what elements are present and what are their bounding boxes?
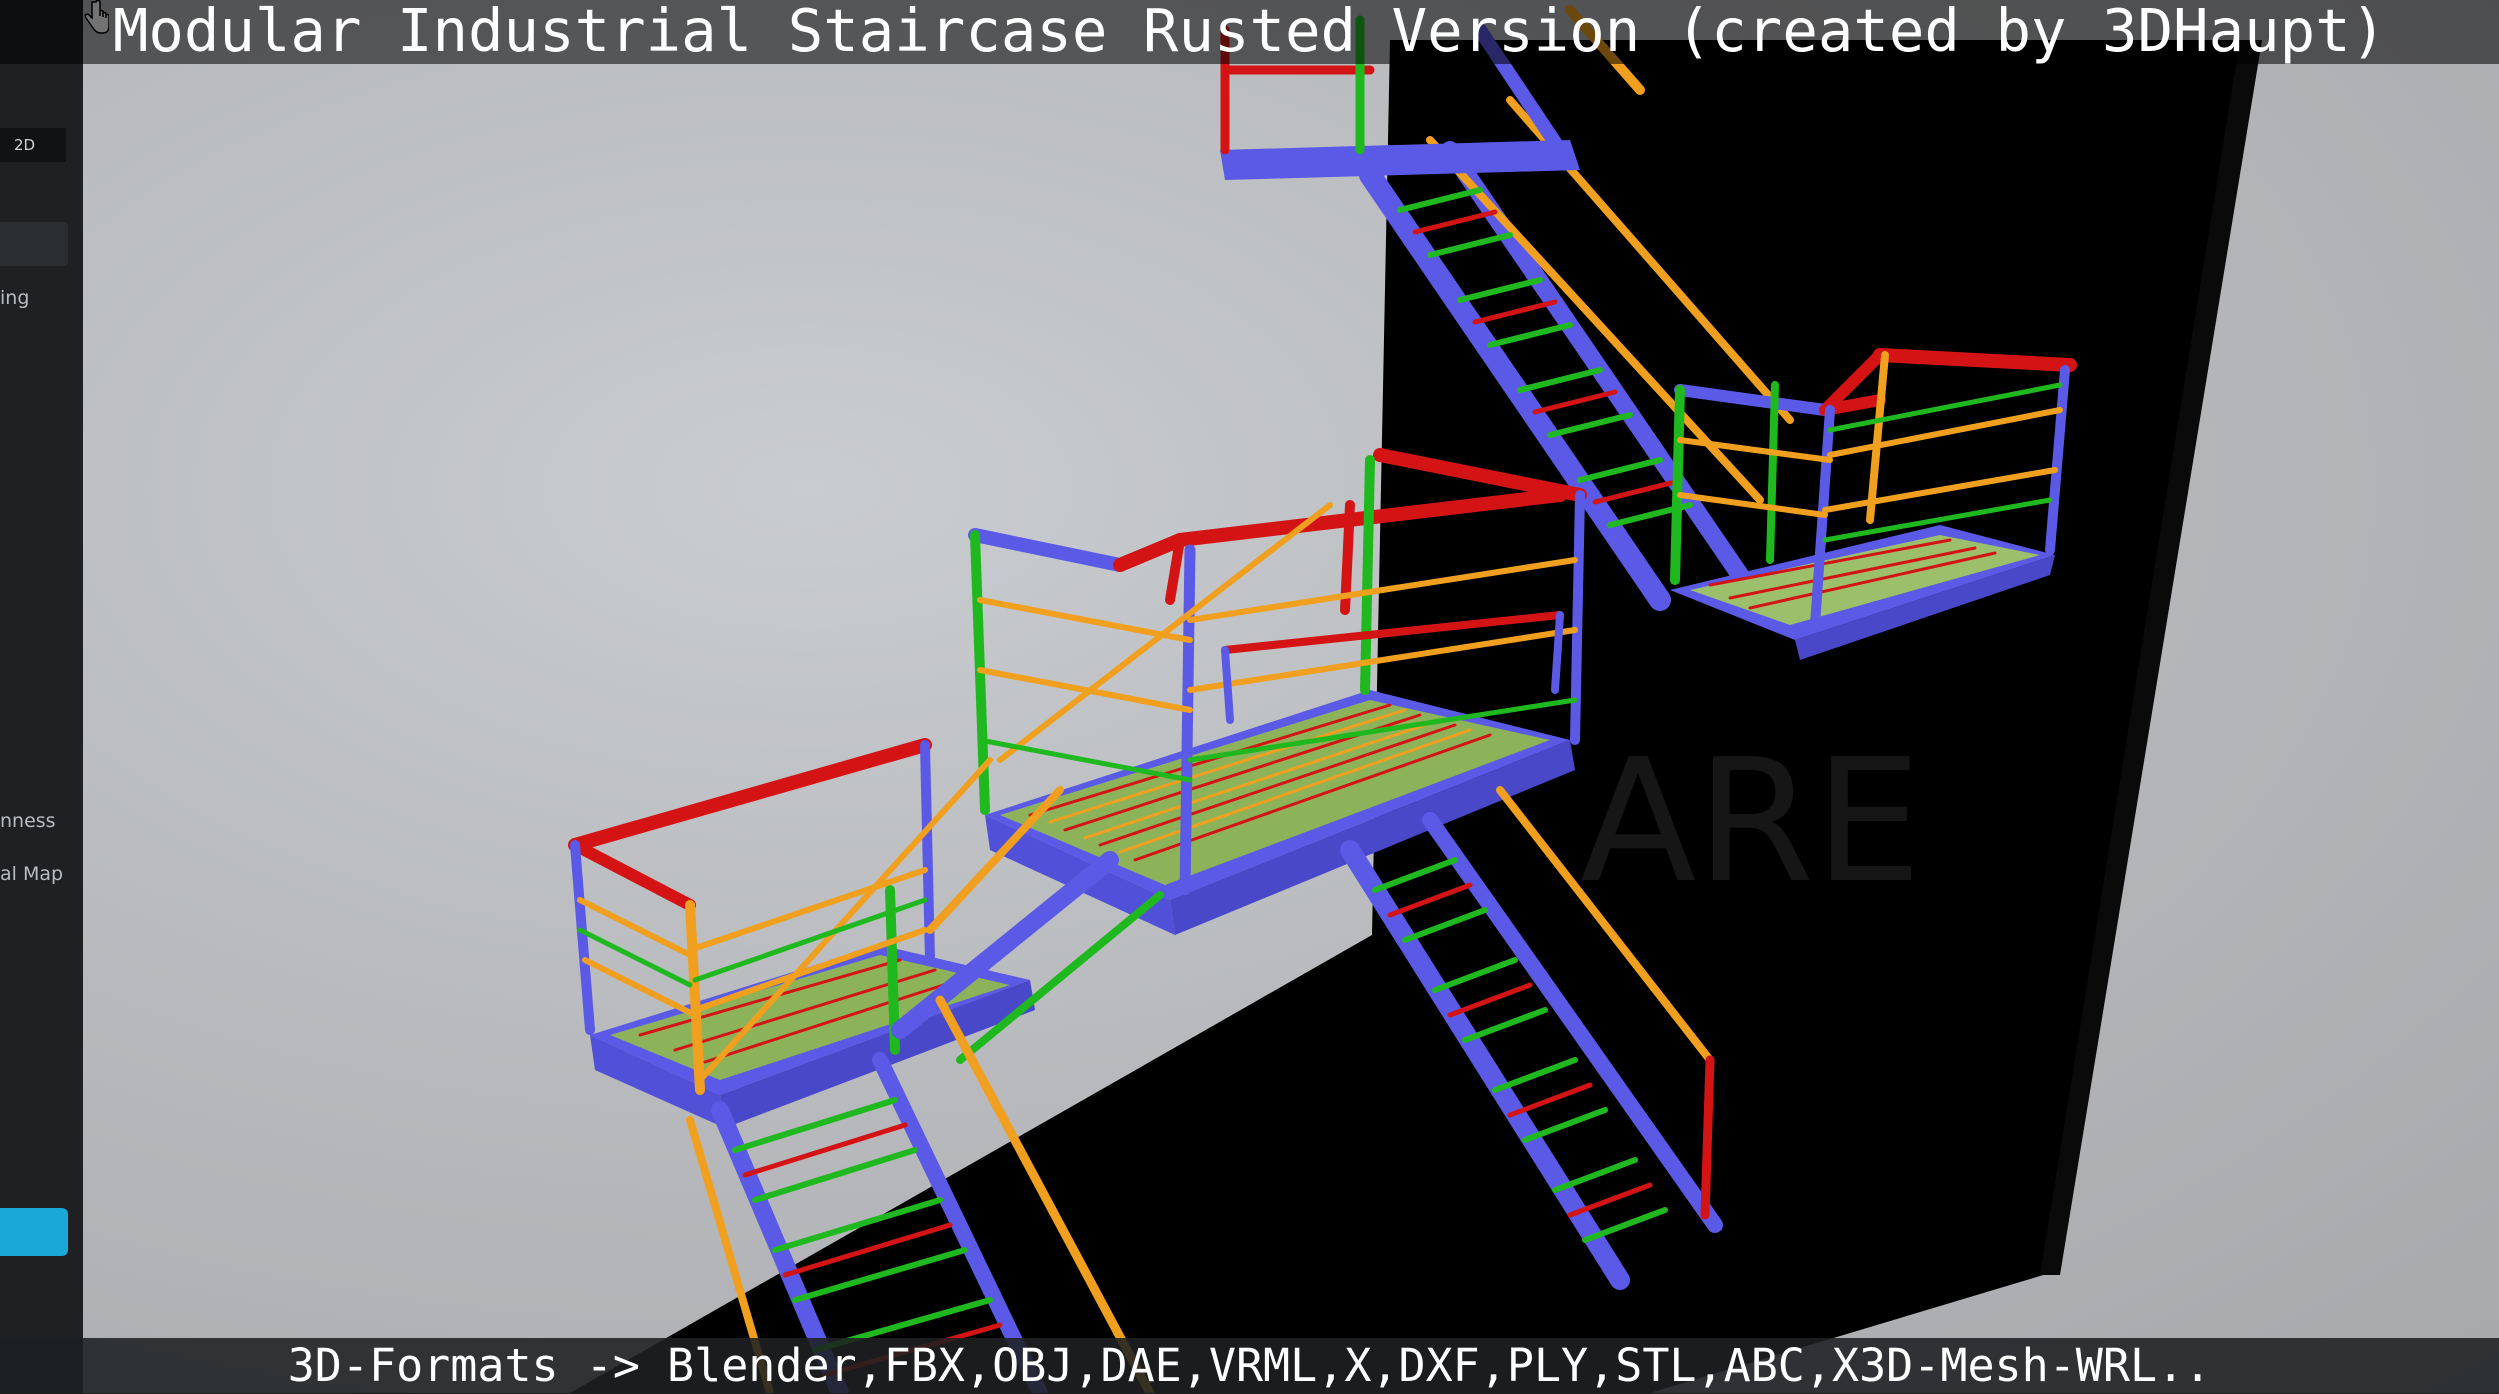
footer-bar: 3D-Formats -> Blender,FBX,OBJ,DAE,VRML,X… — [0, 1338, 2499, 1393]
3d-viewport[interactable]: ARE — [83, 0, 2499, 1393]
sidebar-label-shading: ing — [0, 287, 30, 309]
left-sidebar: 2D ing nness al Map — [0, 0, 84, 1393]
svg-text:ARE: ARE — [1580, 723, 1922, 921]
video-title: Modular Industrial Staircase Rusted Vers… — [112, 0, 2387, 65]
watermark: ARE — [1580, 723, 1922, 921]
formats-caption: 3D-Formats -> Blender,FBX,OBJ,DAE,VRML,X… — [287, 1339, 2212, 1392]
sidebar-accent-button[interactable] — [0, 1208, 68, 1256]
staircase-render: ARE — [568, 5, 2262, 1393]
tab-2d[interactable]: 2D — [0, 128, 66, 162]
sidebar-label-normal-map: al Map — [0, 863, 64, 885]
sidebar-field[interactable] — [0, 222, 68, 266]
title-bar: Modular Industrial Staircase Rusted Vers… — [0, 0, 2499, 64]
sidebar-label-roughness: nness — [0, 810, 56, 832]
